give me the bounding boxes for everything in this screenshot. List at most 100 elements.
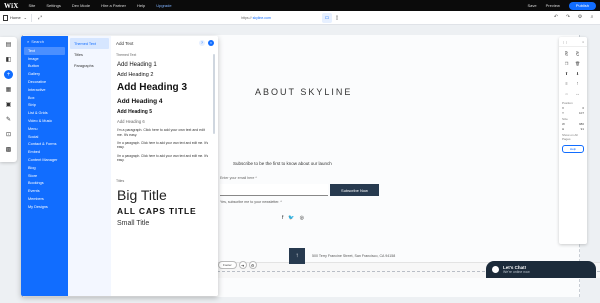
y-row[interactable]: Y 107 xyxy=(562,111,584,115)
panel-scrollbar[interactable] xyxy=(213,54,215,134)
paste-icon[interactable]: ⎗ xyxy=(573,50,582,57)
menu-dev-mode[interactable]: Dev Mode xyxy=(72,3,90,8)
category-my-designs[interactable]: My Designs xyxy=(21,203,68,211)
category-gallery[interactable]: Gallery xyxy=(21,70,68,78)
rail-background-icon[interactable]: ◧ xyxy=(0,52,17,67)
desktop-icon[interactable]: ▭ xyxy=(322,13,332,23)
stretch-icon[interactable]: ↔ xyxy=(573,90,582,97)
subcategory-themed-text[interactable]: Themed Text xyxy=(70,38,109,49)
heading-6-preset[interactable]: Add Heading 6 xyxy=(117,117,218,126)
twitter-icon[interactable]: 🐦 xyxy=(288,215,294,221)
h-value[interactable]: 91 xyxy=(581,127,584,131)
paragraph-3-preset[interactable]: I'm a paragraph. Click here to add your … xyxy=(117,154,218,162)
all-caps-title-preset[interactable]: ALL CAPS TITLE xyxy=(111,204,218,217)
save-button[interactable]: Save xyxy=(528,3,537,8)
subscribe-button[interactable]: Subscribe Now xyxy=(330,184,379,196)
wix-logo[interactable]: WiX xyxy=(4,2,18,10)
menu-upgrade[interactable]: Upgrade xyxy=(156,3,171,8)
menu-hire-partner[interactable]: Hire a Partner xyxy=(101,3,126,8)
duplicate-icon[interactable]: ❐ xyxy=(562,60,571,67)
rail-add-icon[interactable]: + xyxy=(0,67,17,82)
rail-media-icon[interactable]: ▣ xyxy=(0,97,17,112)
category-text[interactable]: Text xyxy=(24,47,65,55)
category-lists-grids[interactable]: List & Grids xyxy=(21,109,68,117)
category-image[interactable]: Image xyxy=(21,55,68,63)
arrow-icon[interactable]: ➜ xyxy=(238,261,247,269)
mobile-icon[interactable]: ▯ xyxy=(332,13,342,23)
close-icon[interactable]: × xyxy=(582,40,584,44)
search-field[interactable]: ⌕ Search xyxy=(21,36,68,47)
category-bookings[interactable]: Bookings xyxy=(21,180,68,188)
category-content-manager[interactable]: Content Manager xyxy=(21,156,68,164)
back-to-top-button[interactable]: ↑ xyxy=(289,248,305,264)
site-heading[interactable]: ABOUT SKYLINE xyxy=(255,87,352,97)
category-video-music[interactable]: Video & Music xyxy=(21,117,68,125)
rail-bookings-icon[interactable]: ▩ xyxy=(0,142,17,157)
tools-icon[interactable]: ⚙ xyxy=(576,13,584,21)
category-events[interactable]: Events xyxy=(21,187,68,195)
category-decorative[interactable]: Decorative xyxy=(21,78,68,86)
search-icon[interactable]: ⌕ xyxy=(588,13,596,21)
instagram-icon[interactable]: ◎ xyxy=(300,215,304,221)
distribute-icon[interactable]: ⦙ xyxy=(573,80,582,87)
undo-icon[interactable]: ↶ xyxy=(552,13,560,21)
heading-3-preset[interactable]: Add Heading 3 xyxy=(117,79,218,95)
h-row[interactable]: H 91 xyxy=(562,127,584,131)
bring-forward-icon[interactable]: ⬆ xyxy=(562,70,571,77)
category-box[interactable]: Box xyxy=(21,94,68,102)
x-row[interactable]: X0 xyxy=(562,106,584,110)
newsletter-consent[interactable]: Yes, subscribe me to your newsletter. * xyxy=(220,200,282,204)
category-members[interactable]: Members xyxy=(21,195,68,203)
category-button[interactable]: Button xyxy=(21,63,68,71)
align-icon[interactable]: ≡ xyxy=(562,80,571,87)
strip-label[interactable]: Footer xyxy=(218,261,237,269)
category-embed[interactable]: Embed xyxy=(21,148,68,156)
show-on-all-pages-field[interactable]: Show on All Pages xyxy=(559,132,587,142)
w-row[interactable]: W 980 xyxy=(562,122,584,126)
drag-handle-icon[interactable]: ⋮⋮ xyxy=(562,40,568,44)
heading-4-preset[interactable]: Add Heading 4 xyxy=(117,95,218,107)
rail-menus-icon[interactable]: ▤ xyxy=(0,37,17,52)
small-title-preset[interactable]: Small Title xyxy=(111,217,218,229)
category-social[interactable]: Social xyxy=(21,133,68,141)
copy-icon[interactable]: ⎘ xyxy=(562,50,571,57)
preview-button[interactable]: Preview xyxy=(546,3,560,8)
rail-apps-icon[interactable]: ▦ xyxy=(0,82,17,97)
x-value[interactable]: 0 xyxy=(582,106,584,110)
heading-5-preset[interactable]: Add Heading 5 xyxy=(117,107,218,117)
menu-site[interactable]: Site xyxy=(28,3,35,8)
facebook-icon[interactable]: f xyxy=(282,215,283,221)
category-store[interactable]: Store xyxy=(21,172,68,180)
delete-icon[interactable]: 🗑 xyxy=(573,60,582,67)
heading-1-preset[interactable]: Add Heading 1 xyxy=(117,60,218,70)
heading-2-preset[interactable]: Add Heading 2 xyxy=(117,70,218,79)
w-value[interactable]: 980 xyxy=(579,122,584,126)
paragraph-2-preset[interactable]: I'm a paragraph. Click here to add your … xyxy=(117,141,218,149)
paragraph-1-preset[interactable]: I'm a paragraph. Click here to add your … xyxy=(117,128,218,137)
menu-help[interactable]: Help xyxy=(137,3,145,8)
category-menu[interactable]: Menu xyxy=(21,125,68,133)
rail-blog-icon[interactable]: ✎ xyxy=(0,112,17,127)
redo-icon[interactable]: ↷ xyxy=(564,13,572,21)
page-selector[interactable]: Home ⌄ xyxy=(3,14,27,21)
inspector-help-button[interactable]: Help xyxy=(562,145,584,153)
publish-button[interactable]: Publish xyxy=(568,1,596,10)
category-interactive[interactable]: Interactive xyxy=(21,86,68,94)
help-icon[interactable]: ? xyxy=(199,40,205,46)
close-icon[interactable]: × xyxy=(208,40,214,46)
rail-store-icon[interactable]: ⊡ xyxy=(0,127,17,142)
menu-settings[interactable]: Settings xyxy=(46,3,60,8)
match-size-icon[interactable]: ⇔ xyxy=(562,90,571,97)
category-strip[interactable]: Strip xyxy=(21,102,68,110)
site-url[interactable]: https:// skyline.com xyxy=(198,14,314,22)
category-contact-forms[interactable]: Contact & Forms xyxy=(21,141,68,149)
y-value[interactable]: 107 xyxy=(579,111,584,115)
send-backward-icon[interactable]: ⬇ xyxy=(573,70,582,77)
subscribe-text[interactable]: Subscribe to be the first to know about … xyxy=(233,161,332,166)
email-field[interactable] xyxy=(220,184,328,196)
settings-icon[interactable]: ⚙ xyxy=(248,261,257,269)
subcategory-titles[interactable]: Titles xyxy=(68,49,111,60)
category-blog[interactable]: Blog xyxy=(21,164,68,172)
zoom-icon[interactable]: ⤢ xyxy=(36,14,44,22)
big-title-preset[interactable]: Big Title xyxy=(111,186,218,204)
